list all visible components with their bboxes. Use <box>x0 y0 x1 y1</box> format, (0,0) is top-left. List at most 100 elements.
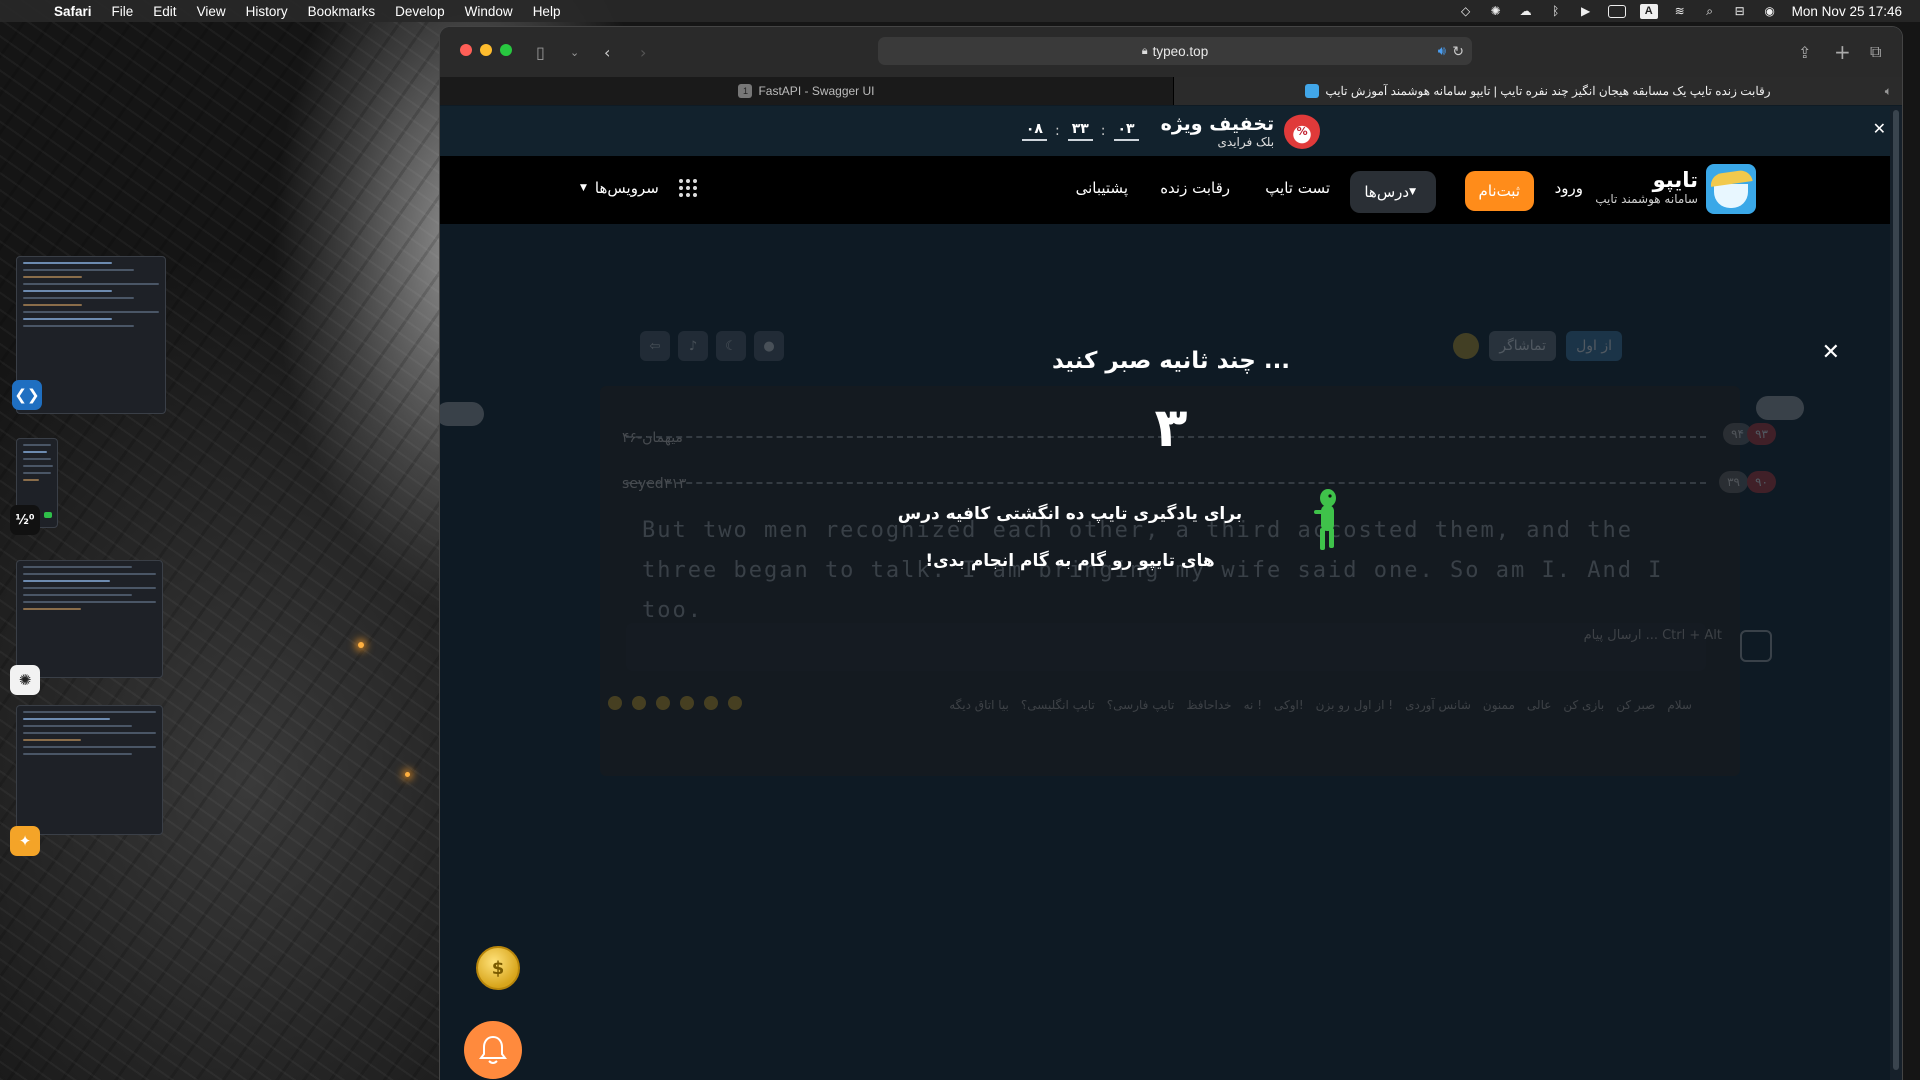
emoji-icon[interactable] <box>680 696 694 710</box>
promo-text: تخفیف ویژه بلک فرایدی <box>1161 113 1274 149</box>
quick-phrase[interactable]: سلام <box>1667 698 1692 712</box>
countdown-title: چند ثانیه صبر کنید ... <box>1051 348 1291 374</box>
tab-title: FastAPI - Swagger UI <box>758 84 875 98</box>
minimize-window-button[interactable] <box>480 44 492 56</box>
tab-typeo[interactable]: رقابت زنده تایپ یک مسابقه هیجان انگیز چن… <box>1174 77 1902 105</box>
emoji-icon[interactable] <box>728 696 742 710</box>
display-icon[interactable] <box>1607 4 1626 18</box>
page-scrollbar[interactable] <box>1890 106 1902 1080</box>
audio-playing-icon[interactable]: 🔊︎ <box>1438 43 1446 59</box>
services-menu[interactable]: ▼ سرویس‌ها <box>580 179 697 197</box>
tip-text: برای یادگیری تایپ ده انگشتی کافیه درس ها… <box>860 491 1280 585</box>
chatgpt-icon[interactable]: ✺ <box>10 665 40 695</box>
promo-banner: ۰۸ : ۳۳ : ۰۳ تخفیف ویژه بلک فرایدی % ✕ <box>440 106 1902 156</box>
timer-hours: ۰۳ <box>1113 121 1139 141</box>
sidebar-toggle-icon[interactable]: ▯ <box>536 41 545 63</box>
chat-input-placeholder: ارسال پیام ... Ctrl + Alt <box>1583 628 1722 643</box>
tab-audio-icon[interactable]: 🔈︎ <box>1885 84 1892 99</box>
tab-title: رقابت زنده تایپ یک مسابقه هیجان انگیز چن… <box>1325 84 1771 98</box>
quick-phrase[interactable]: از اول رو بزن ! <box>1316 698 1393 712</box>
siri-icon[interactable]: ◉ <box>1762 4 1778 18</box>
notification-bell-button[interactable] <box>464 1021 522 1079</box>
vscode-icon[interactable]: ❮❯ <box>12 380 42 410</box>
address-bar[interactable]: 🔒︎ typeo.top 🔊︎ ↻ <box>878 37 1472 65</box>
promo-close-icon[interactable]: ✕ <box>1873 119 1886 138</box>
typeo-logo[interactable] <box>1706 164 1756 214</box>
play-icon[interactable]: ▶ <box>1578 4 1594 18</box>
emoji-icon[interactable] <box>632 696 646 710</box>
menu-history[interactable]: History <box>246 4 288 19</box>
quick-phrase[interactable]: اوکی! <box>1274 698 1304 712</box>
browser-toolbar: ▯ ⌄ ‹ › 🔒︎ typeo.top 🔊︎ ↻ ⇪ + ⧉ <box>440 27 1902 77</box>
countdown-number: ۳ <box>1154 396 1188 459</box>
typing-test-link[interactable]: تست تایپ <box>1265 179 1330 197</box>
quick-phrase[interactable]: بیا اتاق دیگه <box>949 698 1009 712</box>
chevron-down-icon[interactable]: ⌄ <box>570 41 579 63</box>
emoji-icon[interactable] <box>704 696 718 710</box>
app-badge-icon[interactable]: ½⁰ <box>10 505 40 535</box>
tab-swagger[interactable]: 1 FastAPI - Swagger UI <box>440 77 1174 105</box>
lessons-dropdown[interactable]: درس‌ها ▼ <box>1350 171 1436 213</box>
lock-icon: 🔒︎ <box>1141 44 1148 57</box>
brand-name: تایپو <box>1652 168 1698 192</box>
bluetooth-icon[interactable]: ᛒ <box>1548 4 1564 18</box>
cloud-icon[interactable]: ☁ <box>1518 4 1534 18</box>
menubar-clock[interactable]: Mon Nov 25 17:46 <box>1792 4 1902 19</box>
menu-help[interactable]: Help <box>533 4 561 19</box>
send-message-icon[interactable] <box>1740 630 1772 662</box>
coin-button[interactable]: $ <box>476 946 520 990</box>
share-icon[interactable]: ⇪ <box>1798 41 1811 63</box>
stage-window-chat[interactable] <box>16 560 163 678</box>
quick-phrase[interactable]: نه ! <box>1244 698 1262 712</box>
chevron-down-icon: ▼ <box>1409 187 1416 197</box>
menu-safari[interactable]: Safari <box>54 4 92 19</box>
web-page: ۰۸ : ۳۳ : ۰۳ تخفیف ویژه بلک فرایدی % ✕ ت… <box>440 106 1902 1080</box>
input-source-icon[interactable]: A <box>1639 3 1658 19</box>
menu-bar: Safari File Edit View History Bookmarks … <box>0 0 1920 22</box>
stage-window-terminal[interactable] <box>16 705 163 835</box>
quick-phrase[interactable]: تایپ انگلیسی؟ <box>1021 698 1095 712</box>
emoji-reactions <box>608 696 742 710</box>
menu-file[interactable]: File <box>112 4 134 19</box>
quick-phrase[interactable]: شانس آوردی <box>1405 698 1471 712</box>
reload-icon[interactable]: ↻ <box>1452 43 1464 60</box>
brand[interactable]: تایپو سامانه هوشمند تایپ <box>1595 168 1698 206</box>
emoji-icon[interactable] <box>656 696 670 710</box>
folder-app-icon[interactable]: ✦ <box>10 826 40 856</box>
race-track <box>626 482 1706 484</box>
mascot-icon <box>1314 489 1336 550</box>
wifi-icon[interactable]: ≋ <box>1672 4 1688 18</box>
diamond-icon[interactable]: ◇ <box>1458 4 1474 18</box>
live-race-link[interactable]: رقابت زنده <box>1160 179 1230 197</box>
menu-view[interactable]: View <box>197 4 226 19</box>
control-center-icon[interactable]: ⊟ <box>1732 4 1748 18</box>
quick-phrase[interactable]: خداحافظ <box>1186 698 1231 712</box>
menu-bookmarks[interactable]: Bookmarks <box>308 4 376 19</box>
close-window-button[interactable] <box>460 44 472 56</box>
site-nav: تایپو سامانه هوشمند تایپ ورود ثبت‌نام در… <box>440 156 1902 224</box>
forward-button[interactable]: › <box>640 41 646 63</box>
timer-minutes: ۳۳ <box>1067 121 1093 141</box>
chat-input-row[interactable] <box>626 623 1706 671</box>
app-badge-text: ½⁰ <box>15 512 35 528</box>
menu-edit[interactable]: Edit <box>153 4 176 19</box>
chatgpt-menubar-icon[interactable]: ✺ <box>1488 4 1504 18</box>
safari-window: ▯ ⌄ ‹ › 🔒︎ typeo.top 🔊︎ ↻ ⇪ + ⧉ 1 FastAP… <box>440 27 1902 1080</box>
quick-phrase[interactable]: عالی <box>1527 698 1551 712</box>
new-tab-icon[interactable]: + <box>1834 40 1851 64</box>
tab-overview-icon[interactable]: ⧉ <box>1870 41 1881 63</box>
back-button[interactable]: ‹ <box>604 41 610 63</box>
quick-phrase[interactable]: بازی کن <box>1563 698 1604 712</box>
tab-bar: 1 FastAPI - Swagger UI رقابت زنده تایپ ی… <box>440 77 1902 105</box>
quick-phrase[interactable]: صبر کن <box>1616 698 1655 712</box>
search-icon[interactable]: ⌕ <box>1702 4 1718 18</box>
login-link[interactable]: ورود <box>1555 179 1583 197</box>
zoom-window-button[interactable] <box>500 44 512 56</box>
signup-button[interactable]: ثبت‌نام <box>1464 171 1534 211</box>
quick-phrase[interactable]: تایپ فارسی؟ <box>1107 698 1175 712</box>
emoji-icon[interactable] <box>608 696 622 710</box>
menu-window[interactable]: Window <box>465 4 513 19</box>
menu-develop[interactable]: Develop <box>395 4 445 19</box>
support-link[interactable]: پشتیبانی <box>1076 179 1128 197</box>
quick-phrase[interactable]: ممنون <box>1483 698 1515 712</box>
